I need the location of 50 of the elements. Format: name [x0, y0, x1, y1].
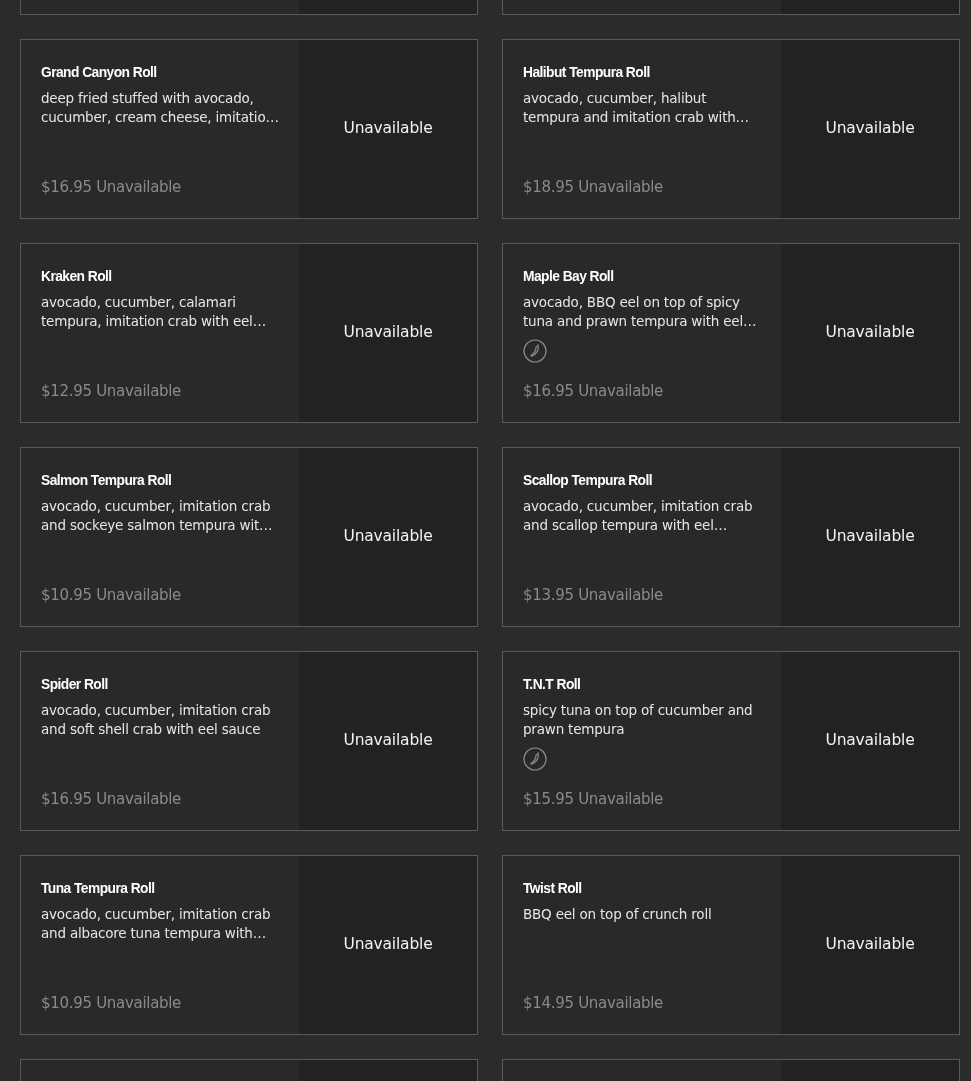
availability-label: Unavailable	[825, 730, 915, 752]
item-price: $12.95 Unavailable	[41, 380, 183, 402]
item-description: avocado, cucumber, imitation crab and soft shell crab with eel sauce	[41, 701, 272, 739]
item-title: Scallop Tempura Roll	[523, 471, 654, 489]
menu-card[interactable]: Grand Canyon Roll deep fried stuffed with avocado, cucumber, cream cheese, imitatio… $16.95 Unavailable Unavailable	[20, 39, 478, 219]
availability-label: Unavailable	[825, 934, 915, 956]
item-price: $10.95 Unavailable	[41, 584, 183, 606]
item-price: $16.95 Unavailable	[41, 788, 183, 810]
menu-card[interactable]: Halibut Tempura Roll avocado, cucumber, halibut tempura and imitation crab with… $18.95 Unavailable Unavailable	[502, 39, 960, 219]
item-title: Grand Canyon Roll	[41, 63, 158, 81]
item-title: T.N.T Roll	[523, 675, 582, 693]
item-description: avocado, cucumber, calamari tempura, imitation crab with eel…	[41, 293, 267, 331]
menu-card[interactable]: Twist Roll BBQ eel on top of crunch roll $14.95 Unavailable Unavailable	[502, 855, 960, 1035]
availability-label: Unavailable	[825, 118, 915, 140]
item-price: $16.95 Unavailable	[523, 380, 665, 402]
item-title: Halibut Tempura Roll	[523, 63, 651, 81]
item-description: avocado, cucumber, imitation crab and scallop tempura with eel…	[523, 497, 754, 535]
availability-label: Unavailable	[343, 526, 433, 548]
item-description: avocado, cucumber, imitation crab and albacore tuna tempura with…	[41, 905, 272, 943]
availability-label: Unavailable	[825, 322, 915, 344]
menu-card[interactable]: Maple Bay Roll avocado, BBQ eel on top of spicy tuna and prawn tempura with eel… $16.95 Unavailable Unavailable	[502, 243, 960, 423]
availability-label: Unavailable	[343, 934, 433, 956]
item-description: avocado, cucumber, imitation crab and sockeye salmon tempura wit…	[41, 497, 274, 535]
availability-label: Unavailable	[343, 322, 433, 344]
menu-card[interactable]: Spider Roll avocado, cucumber, imitation crab and soft shell crab with eel sauce $16.95 Unavailable Unavailable	[20, 651, 478, 831]
item-title: Twist Roll	[523, 879, 583, 897]
item-price: $15.95 Unavailable	[523, 788, 665, 810]
item-title: Salmon Tempura Roll	[41, 471, 173, 489]
item-price: $18.95 Unavailable	[523, 176, 665, 198]
menu-card[interactable]: T.N.T Roll spicy tuna on top of cucumber and prawn tempura $15.95 Unavailable Unavailable	[502, 651, 960, 831]
item-description: deep fried stuffed with avocado, cucumber, cream cheese, imitatio…	[41, 89, 279, 127]
item-description: spicy tuna on top of cucumber and prawn tempura	[523, 701, 754, 739]
availability-label: Unavailable	[825, 526, 915, 548]
item-title: Maple Bay Roll	[523, 267, 615, 285]
item-description: avocado, BBQ eel on top of spicy tuna and prawn tempura with eel…	[523, 293, 758, 331]
menu-card[interactable]: Tuna Tempura Roll avocado, cucumber, imitation crab and albacore tuna tempura with… $10.95 Unavailable Unavailable	[20, 855, 478, 1035]
item-title: Tuna Tempura Roll	[41, 879, 156, 897]
menu-card[interactable]: Salmon Tempura Roll avocado, cucumber, imitation crab and sockeye salmon tempura wit… $10.95 Unavailable Unavailable	[20, 447, 478, 627]
item-price: $16.95 Unavailable	[41, 176, 183, 198]
availability-label: Unavailable	[343, 118, 433, 140]
item-description: BBQ eel on top of crunch roll	[523, 905, 713, 924]
item-title: Spider Roll	[41, 675, 109, 693]
availability-label: Unavailable	[343, 730, 433, 752]
item-title: Kraken Roll	[41, 267, 113, 285]
item-price: $14.95 Unavailable	[523, 992, 665, 1014]
menu-card[interactable]: Kraken Roll avocado, cucumber, calamari tempura, imitation crab with eel… $12.95 Unavailable Unavailable	[20, 243, 478, 423]
item-price: $10.95 Unavailable	[41, 992, 183, 1014]
item-price: $13.95 Unavailable	[523, 584, 665, 606]
item-description: avocado, cucumber, halibut tempura and imitation crab with…	[523, 89, 750, 127]
menu-card[interactable]: Scallop Tempura Roll avocado, cucumber, imitation crab and scallop tempura with eel… $13.95 Unavailable Unavailable	[502, 447, 960, 627]
